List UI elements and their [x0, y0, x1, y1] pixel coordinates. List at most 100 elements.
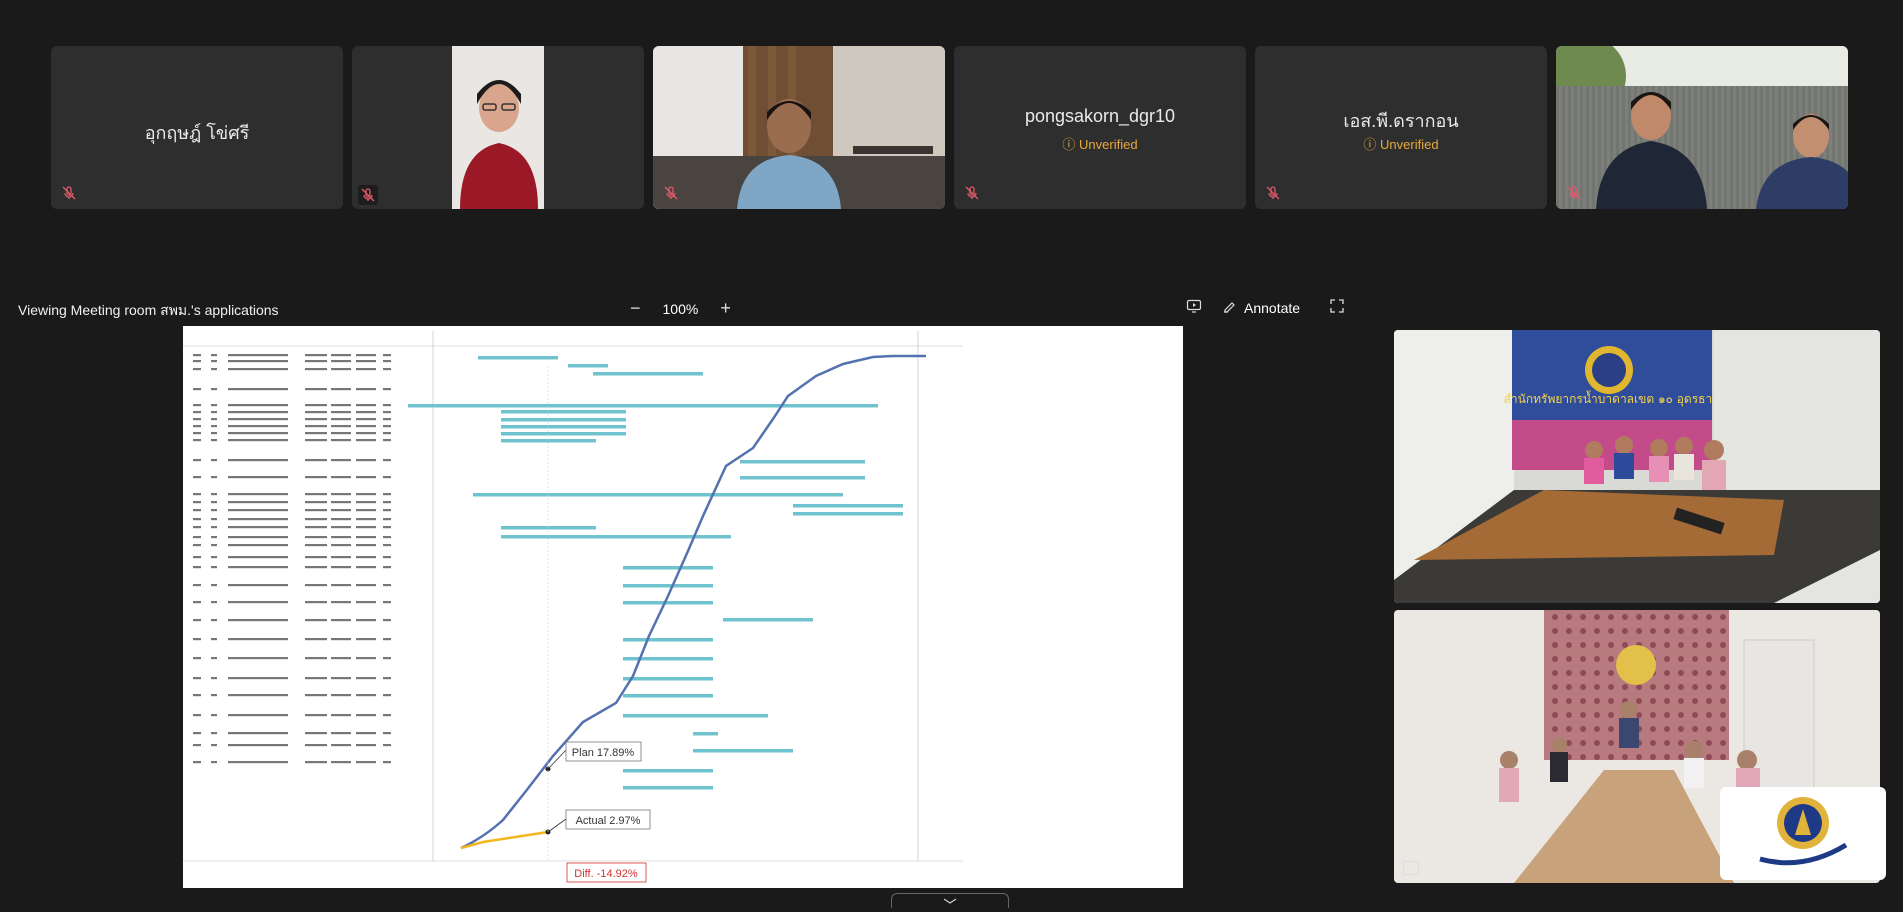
gantt-bar — [793, 512, 903, 516]
participant-tile-4[interactable]: pongsakorn_dgr10 ⓘ Unverified — [954, 46, 1246, 209]
gantt-bar — [623, 584, 713, 588]
fullscreen-icon[interactable] — [1330, 299, 1344, 316]
zoom-in-icon[interactable]: + — [720, 298, 731, 319]
annotate-button[interactable]: Annotate — [1222, 298, 1300, 317]
gantt-row-text — [305, 536, 327, 539]
request-control-icon[interactable] — [1186, 298, 1202, 317]
room-sign: สำนักทรัพยากรน้ำบาดาลเขต ๑๐ อุดรธานี — [1504, 390, 1721, 407]
participant-name: เอส.พี.ดรากอน — [1343, 111, 1459, 131]
gantt-row-text — [305, 584, 327, 587]
participant-tile-5[interactable]: เอส.พี.ดรากอน ⓘ Unverified — [1255, 46, 1547, 209]
gantt-row-text — [331, 425, 351, 428]
gantt-row-text — [331, 432, 351, 435]
participant-tile-6[interactable] — [1556, 46, 1848, 209]
expand-panel-button[interactable] — [891, 893, 1009, 908]
gantt-row-text — [211, 404, 217, 407]
gantt-row-text — [331, 744, 351, 747]
gantt-row-text — [211, 432, 217, 435]
gantt-row-text — [331, 732, 351, 735]
gantt-row-text — [356, 566, 376, 569]
gantt-chart: Plan 17.89% Actual 2.97% Diff. -14.92% — [183, 326, 1183, 888]
gantt-row-text — [193, 544, 201, 547]
gantt-bar — [501, 425, 626, 429]
gantt-row-text — [305, 761, 327, 764]
gantt-row-text — [211, 388, 217, 391]
gantt-row-text — [331, 388, 351, 391]
gantt-row-text — [193, 418, 201, 421]
pin-video-icon[interactable] — [1403, 861, 1419, 875]
gantt-row-text — [193, 657, 201, 660]
gantt-row-text — [331, 657, 351, 660]
gantt-bar — [568, 364, 608, 368]
gantt-row-text — [305, 714, 327, 717]
gantt-row-text — [383, 744, 391, 747]
gantt-row-text — [383, 694, 391, 697]
gantt-row-text — [356, 354, 376, 357]
gantt-row-text — [331, 476, 351, 479]
gantt-row-text — [193, 518, 201, 521]
actual-label: Actual 2.97% — [576, 815, 641, 827]
gantt-row-text — [211, 556, 217, 559]
gantt-row-text — [305, 459, 327, 462]
gantt-row-text — [383, 518, 391, 521]
gantt-row-text — [383, 601, 391, 604]
gantt-row-text — [331, 404, 351, 407]
gantt-row-text — [331, 556, 351, 559]
gantt-row-text — [356, 744, 376, 747]
gantt-row-text — [356, 556, 376, 559]
gantt-row-text — [305, 677, 327, 680]
gantt-row-text — [193, 425, 201, 428]
gantt-row-text — [211, 694, 217, 697]
gantt-row-text — [211, 418, 217, 421]
gantt-bar — [623, 786, 713, 790]
diff-label: Diff. -14.92% — [574, 868, 638, 880]
info-icon: ⓘ — [1062, 137, 1080, 152]
participant-name: pongsakorn_dgr10 — [1024, 106, 1176, 126]
zoom-level: 100% — [662, 300, 699, 317]
participant-tile-3[interactable] — [653, 46, 945, 209]
gantt-row-text — [305, 657, 327, 660]
gantt-row-text — [211, 657, 217, 660]
gantt-row-text — [211, 425, 217, 428]
participant-video — [452, 46, 544, 209]
gantt-row-text — [331, 418, 351, 421]
gantt-row-text — [211, 544, 217, 547]
gantt-row-text — [331, 694, 351, 697]
gantt-row-text — [193, 388, 201, 391]
participant-tile-1[interactable]: อุกฤษฎ์ โข่ศรี — [51, 46, 343, 209]
share-title: Viewing Meeting room สพม.'s applications — [18, 302, 279, 318]
gantt-bar — [623, 657, 713, 661]
gantt-row-text — [305, 439, 327, 442]
zoom-out-icon[interactable]: − — [630, 298, 641, 319]
gantt-row-text — [356, 732, 376, 735]
gantt-row-text — [331, 619, 351, 622]
gantt-row-text — [356, 584, 376, 587]
gantt-row-text — [356, 601, 376, 604]
gantt-row-text — [228, 657, 288, 660]
gantt-row-text — [331, 638, 351, 641]
gantt-row-text — [331, 677, 351, 680]
gantt-row-text — [356, 714, 376, 717]
gantt-row-text — [305, 619, 327, 622]
gantt-bar — [501, 439, 596, 443]
annotate-label: Annotate — [1244, 299, 1301, 316]
gantt-row-text — [383, 619, 391, 622]
gantt-row-text — [211, 518, 217, 521]
gantt-row-text — [211, 360, 217, 363]
gantt-row-text — [305, 360, 327, 363]
gantt-row-text — [228, 694, 288, 697]
gantt-row-text — [305, 411, 327, 414]
gantt-row-text — [331, 509, 351, 512]
gantt-row-text — [193, 411, 201, 414]
gantt-row-text — [211, 536, 217, 539]
gantt-row-text — [228, 476, 288, 479]
mic-muted-icon — [1265, 185, 1281, 201]
gantt-row-text — [331, 354, 351, 357]
room-video-1[interactable]: สำนักทรัพยากรน้ำบาดาลเขต ๑๐ อุดรธานี — [1394, 330, 1880, 603]
gantt-row-text — [305, 544, 327, 547]
participant-name: อุกฤษฎ์ โข่ศรี — [144, 123, 250, 143]
participant-tile-2[interactable] — [352, 46, 644, 209]
gantt-row-text — [331, 584, 351, 587]
gantt-row-text — [305, 425, 327, 428]
gantt-row-text — [356, 432, 376, 435]
